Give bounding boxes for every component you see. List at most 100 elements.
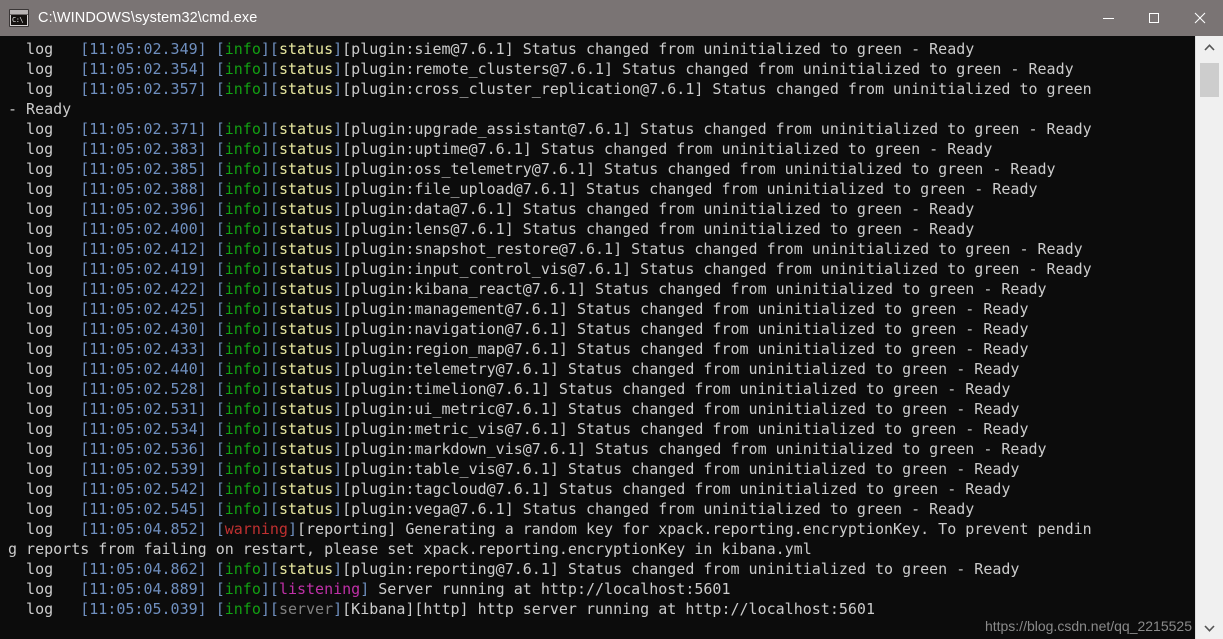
log-segment: log [8, 160, 81, 178]
log-segment: [11:05:04.889] [80, 580, 207, 598]
log-segment [207, 240, 216, 258]
log-segment: log [8, 380, 81, 398]
log-segment: [ [215, 320, 225, 338]
log-segment: info [224, 340, 261, 358]
log-segment: log [8, 440, 81, 458]
console-line: log [11:05:02.396] [info][status][plugin… [8, 199, 1195, 219]
log-segment: listening [278, 580, 361, 598]
log-segment: status [278, 500, 334, 518]
console-scrollbar[interactable] [1195, 36, 1223, 639]
log-segment [207, 380, 216, 398]
log-segment: log [8, 40, 81, 58]
console-line: log [11:05:02.433] [info][status][plugin… [8, 339, 1195, 359]
log-segment: [ [215, 520, 225, 538]
console-output-area[interactable]: log [11:05:02.349] [info][status][plugin… [0, 36, 1195, 639]
log-segment: [plugin:file_upload@7.6.1] Status change… [342, 180, 1038, 198]
log-segment: log [8, 320, 81, 338]
log-segment: log [8, 400, 81, 418]
log-segment: [11:05:02.388] [80, 180, 207, 198]
log-segment: ] [333, 480, 343, 498]
log-segment: [plugin:siem@7.6.1] Status changed from … [342, 40, 975, 58]
console-line: log [11:05:02.354] [info][status][plugin… [8, 59, 1195, 79]
log-segment: [11:05:02.425] [80, 300, 207, 318]
scroll-down-arrow-icon[interactable] [1196, 617, 1223, 639]
log-segment: [reporting] Generating a random key for … [297, 520, 1092, 538]
log-segment: status [278, 240, 334, 258]
log-segment: info [224, 280, 261, 298]
log-segment: [ [269, 500, 279, 518]
log-segment [207, 280, 216, 298]
log-segment: [ [215, 580, 225, 598]
log-segment: [11:05:02.412] [80, 240, 207, 258]
log-segment: ] [333, 80, 343, 98]
log-segment: ] [260, 580, 270, 598]
log-segment [207, 40, 216, 58]
log-segment: ] [333, 220, 343, 238]
log-segment [207, 500, 216, 518]
log-segment: log [8, 580, 81, 598]
log-segment: status [278, 560, 334, 578]
log-segment: [11:05:02.440] [80, 360, 207, 378]
log-segment: [plugin:reporting@7.6.1] Status changed … [342, 560, 1020, 578]
title-bar[interactable]: C:\ C:\WINDOWS\system32\cmd.exe [0, 0, 1223, 36]
log-segment: [ [215, 220, 225, 238]
log-segment: ] [260, 300, 270, 318]
console-line: log [11:05:04.889] [info][listening] Ser… [8, 579, 1195, 599]
log-segment: ] [260, 400, 270, 418]
log-segment: [ [215, 120, 225, 138]
log-segment: server [278, 600, 334, 618]
log-segment: status [278, 60, 334, 78]
log-segment: [ [269, 320, 279, 338]
log-segment: ] [333, 440, 343, 458]
console-line: - Ready [8, 99, 1195, 119]
scrollbar-thumb[interactable] [1200, 63, 1219, 97]
console-line: log [11:05:04.862] [info][status][plugin… [8, 559, 1195, 579]
log-segment: [ [215, 200, 225, 218]
log-segment: [plugin:telemetry@7.6.1] Status changed … [342, 360, 1020, 378]
log-segment: status [278, 40, 334, 58]
log-segment: [ [269, 180, 279, 198]
log-segment: log [8, 520, 81, 538]
log-segment: [ [215, 440, 225, 458]
log-segment: info [224, 180, 261, 198]
log-segment: ] [260, 320, 270, 338]
log-segment: ] [260, 500, 270, 518]
log-segment: [11:05:02.396] [80, 200, 207, 218]
log-segment: ] [333, 280, 343, 298]
scroll-up-arrow-icon[interactable] [1196, 36, 1223, 58]
console-line: g reports from failing on restart, pleas… [8, 539, 1195, 559]
log-segment: [ [215, 360, 225, 378]
console-line: log [11:05:02.440] [info][status][plugin… [8, 359, 1195, 379]
log-segment: [ [215, 80, 225, 98]
log-segment: [ [269, 160, 279, 178]
close-button[interactable] [1177, 0, 1223, 36]
log-segment: [ [215, 300, 225, 318]
log-segment: [plugin:tagcloud@7.6.1] Status changed f… [342, 480, 1011, 498]
log-segment: status [278, 480, 334, 498]
minimize-button[interactable] [1085, 0, 1131, 36]
log-segment: status [278, 80, 334, 98]
log-segment: [plugin:navigation@7.6.1] Status changed… [342, 320, 1029, 338]
console-line: log [11:05:02.531] [info][status][plugin… [8, 399, 1195, 419]
log-segment: [ [269, 280, 279, 298]
log-segment [207, 440, 216, 458]
log-segment: Server running at http://localhost:5601 [369, 580, 731, 598]
log-segment: [ [269, 120, 279, 138]
log-segment: [ [215, 340, 225, 358]
log-segment: info [224, 600, 261, 618]
maximize-button[interactable] [1131, 0, 1177, 36]
log-segment: ] [333, 60, 343, 78]
console-line: log [11:05:02.430] [info][status][plugin… [8, 319, 1195, 339]
log-segment: log [8, 460, 81, 478]
log-segment [207, 340, 216, 358]
log-segment: [ [269, 420, 279, 438]
log-segment: status [278, 380, 334, 398]
log-segment: status [278, 320, 334, 338]
log-segment [207, 220, 216, 238]
log-segment: status [278, 260, 334, 278]
log-segment: [11:05:02.371] [80, 120, 207, 138]
console-line: log [11:05:02.357] [info][status][plugin… [8, 79, 1195, 99]
log-segment: [ [215, 380, 225, 398]
log-segment: [plugin:vega@7.6.1] Status changed from … [342, 500, 975, 518]
log-segment: log [8, 180, 81, 198]
